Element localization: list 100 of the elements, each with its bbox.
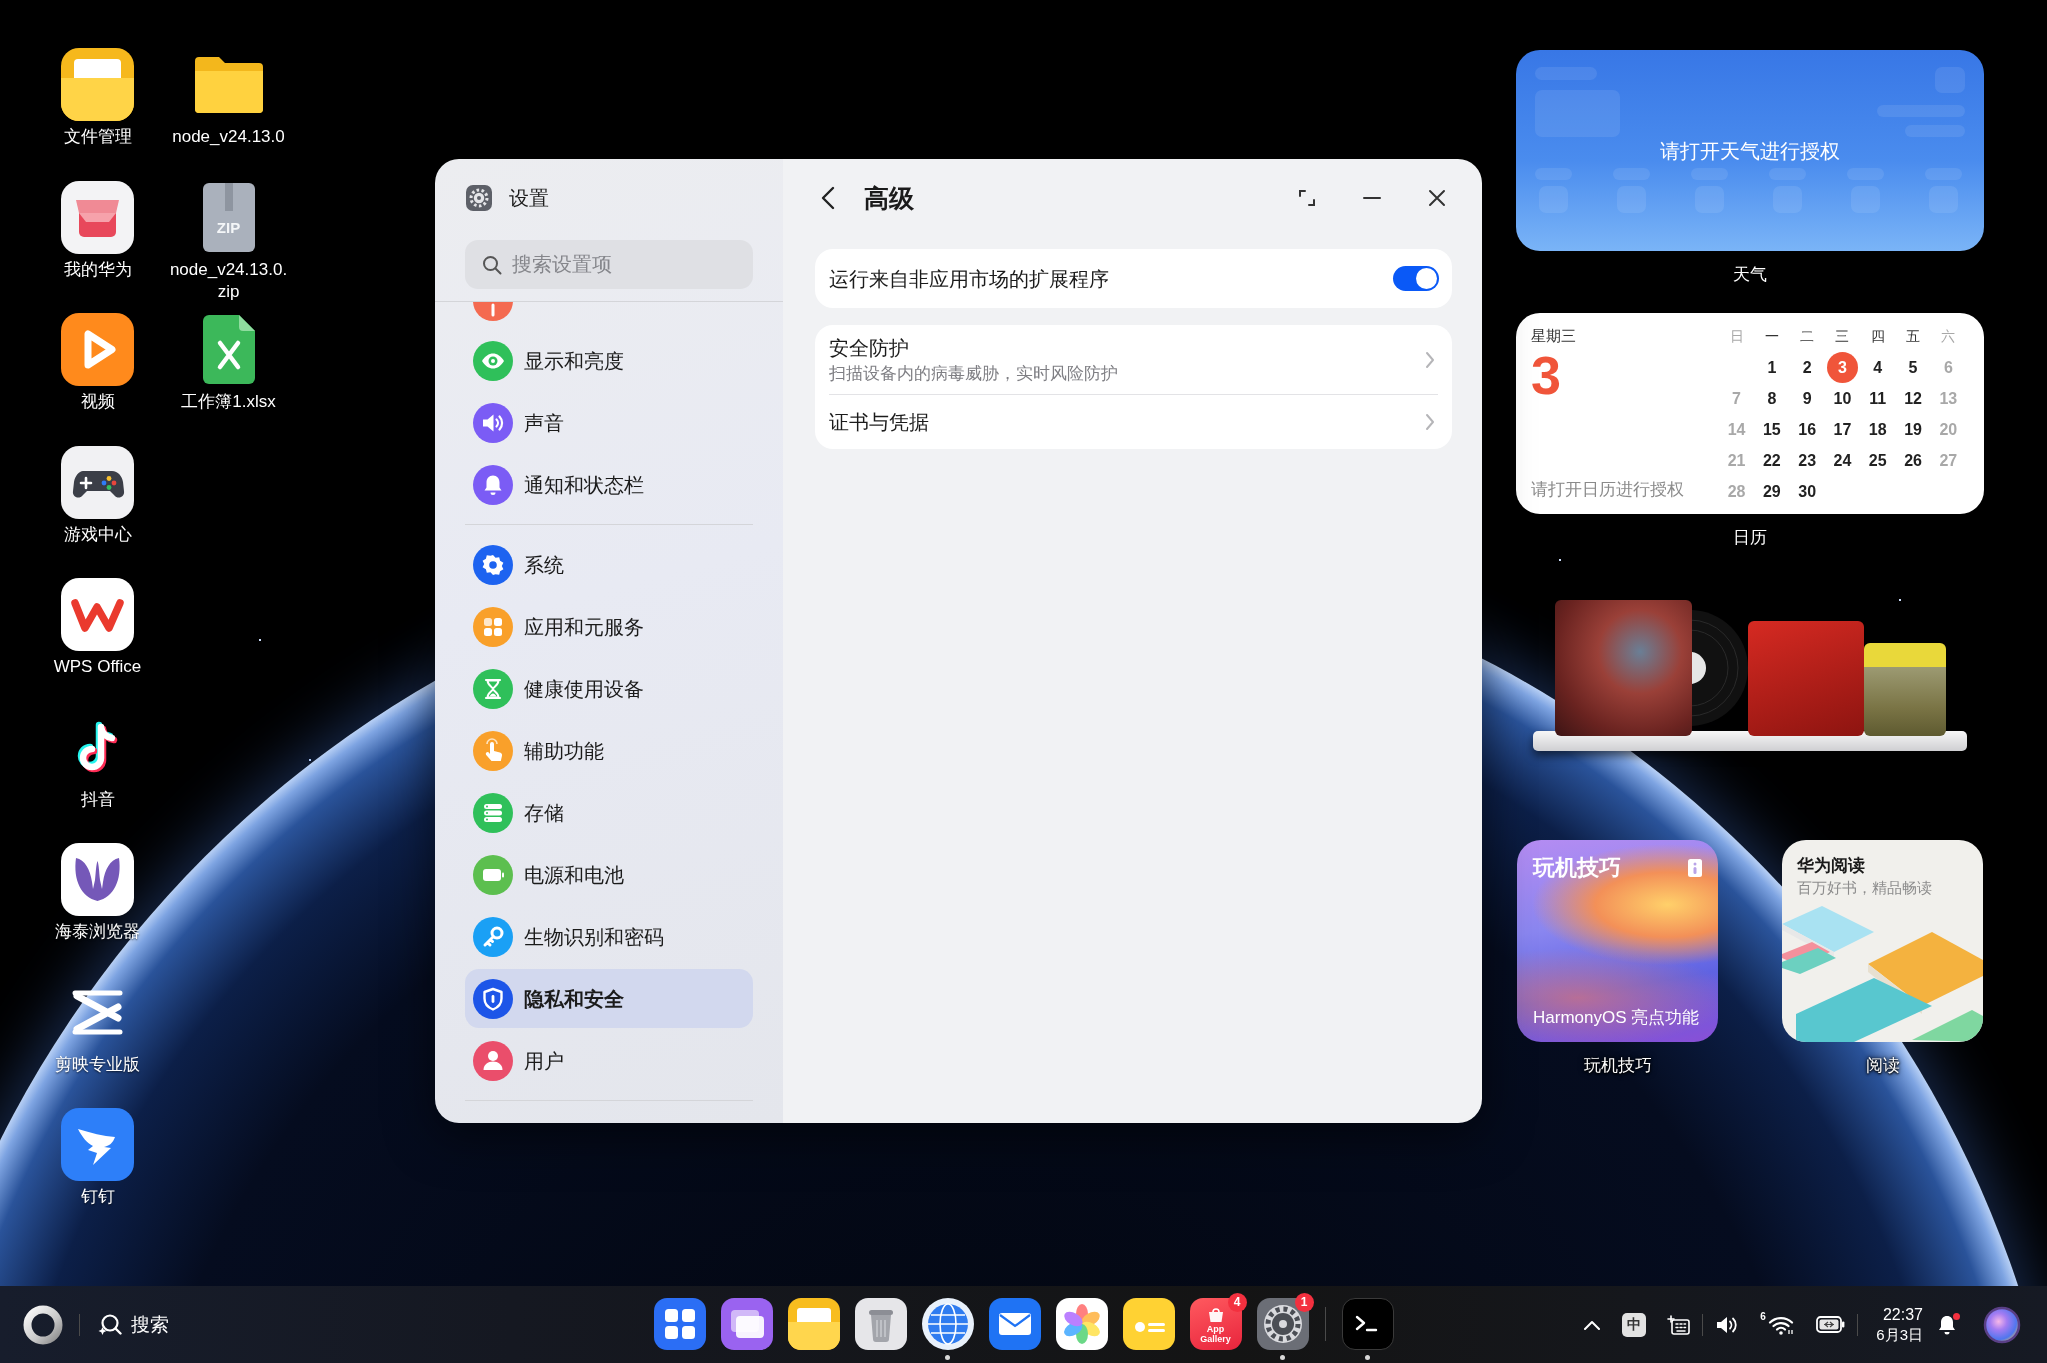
widget-title: 华为阅读	[1797, 855, 1865, 877]
calendar-day: 29	[1761, 476, 1782, 507]
bell-icon[interactable]	[1937, 1313, 1957, 1336]
calendar-date: 3	[1531, 347, 1562, 403]
desktop-shortcut[interactable]: 游戏中心	[32, 445, 163, 546]
desktop-shortcut[interactable]: 工作簿1.xlsx	[163, 313, 294, 413]
skeleton-block	[1851, 186, 1880, 213]
calendar-day: 11	[1867, 383, 1888, 414]
sidebar-item[interactable]: 系统	[465, 535, 753, 594]
sidebar-item[interactable]: 健康使用设备	[465, 659, 753, 718]
reading-widget[interactable]: 华为阅读 百万好书，精品畅读	[1782, 840, 1983, 1042]
tips-widget[interactable]: 玩机技巧 HarmonyOS 亮点功能	[1517, 840, 1718, 1042]
calendar-day: 26	[1903, 445, 1924, 476]
search-field[interactable]: 搜索设置项	[465, 240, 753, 289]
shield-icon	[473, 978, 513, 1019]
keyboard-icon[interactable]	[1667, 1314, 1691, 1335]
skeleton-block	[1929, 186, 1958, 213]
hand-icon	[473, 730, 513, 771]
sidebar-item[interactable]: 应用和元服务	[465, 597, 753, 656]
calendar-day: 13	[1938, 383, 1959, 414]
widget-title: 玩机技巧	[1533, 854, 1621, 882]
input-method-indicator[interactable]: 中	[1622, 1312, 1647, 1337]
settings-row[interactable]: 安全防护 扫描设备内的病毒威胁，实时风险防护	[815, 325, 1452, 394]
folder-icon[interactable]	[787, 1298, 840, 1350]
stacked-windows-icon[interactable]	[720, 1298, 773, 1350]
sidebar-item[interactable]: 用户	[465, 1031, 753, 1090]
battery-icon[interactable]	[1816, 1316, 1846, 1333]
music-note-icon	[77, 721, 118, 773]
desktop-shortcut[interactable]: 剪映专业版	[32, 975, 163, 1076]
sidebar-item[interactable]: 生物识别和密码	[465, 907, 753, 966]
app-grid-icon[interactable]	[653, 1298, 706, 1350]
sidebar-item[interactable]: 隐私和安全	[465, 969, 753, 1028]
maximize-icon[interactable]	[1298, 189, 1316, 207]
widget-label: 日历	[1733, 527, 1767, 549]
desktop-shortcut[interactable]: 文件管理	[32, 48, 163, 148]
skeleton-block	[1695, 186, 1724, 213]
calendar-day: 20	[1938, 414, 1959, 445]
desktop-shortcut[interactable]: ZIP node_v24.13.0.zip	[163, 180, 294, 303]
widget-label: 阅读	[1865, 1055, 1900, 1077]
desktop-shortcut[interactable]: 抖音	[32, 710, 163, 811]
sidebar-item[interactable]: 电源和电池	[465, 845, 753, 904]
gear-icon[interactable]	[1256, 1298, 1309, 1350]
sidebar-item[interactable]: 通知和状态栏	[465, 455, 753, 514]
wifi-icon[interactable]	[1767, 1314, 1796, 1335]
calendar-day: 5	[1903, 352, 1924, 383]
search-button[interactable]: 搜索	[98, 1312, 169, 1337]
calendar-weekday: 星期三	[1531, 326, 1576, 346]
sidebar-item[interactable]: 存储	[465, 783, 753, 842]
globe-icon[interactable]	[921, 1298, 974, 1350]
trash-icon[interactable]	[854, 1298, 907, 1350]
toggle-switch[interactable]	[1393, 266, 1439, 291]
chevron-up-icon[interactable]	[1583, 1319, 1602, 1330]
calendar-day: 12	[1903, 383, 1924, 414]
calendar-day: 14	[1726, 414, 1747, 445]
eye-icon	[473, 340, 513, 381]
terminal-icon[interactable]	[1341, 1298, 1394, 1350]
shopping-bag-icon	[1206, 1306, 1225, 1322]
calendar-day: 25	[1867, 445, 1888, 476]
skeleton-block	[1773, 186, 1802, 213]
sidebar-item[interactable]: 辅助功能	[465, 721, 753, 780]
person-icon	[473, 1040, 513, 1081]
calendar-day: 19	[1903, 414, 1924, 445]
desktop-shortcut[interactable]: 视频	[32, 313, 163, 413]
calendar-day: 9	[1797, 383, 1818, 414]
row-description: 扫描设备内的病毒威胁，实时风险防护	[829, 362, 1118, 385]
widget-label: 玩机技巧	[1583, 1055, 1652, 1077]
gamepad-icon	[61, 445, 134, 519]
desktop-shortcut[interactable]: node_v24.13.0	[163, 48, 294, 148]
desktop-shortcut[interactable]: 钉钉	[32, 1108, 163, 1208]
settings-row[interactable]: 证书与凭据	[815, 395, 1452, 449]
assistant-orb-icon[interactable]	[1983, 1305, 2021, 1344]
w-logo-icon	[61, 578, 134, 651]
app-grid-icon	[473, 606, 513, 647]
row-title: 证书与凭据	[829, 410, 929, 435]
calendar-widget[interactable]: 星期三 3 请打开日历进行授权 日 一 二 三 四 五 六 1 2 3 4 5 6 7 8 9 10 11 12 13 14 15 16 17 18 19 20 21 22 23 24 25 26 27 28 29 30	[1516, 313, 1984, 514]
notes-icon[interactable]	[1122, 1298, 1175, 1350]
clock-time: 22:37	[1882, 1304, 1923, 1325]
weekday-header: 四	[1870, 326, 1885, 346]
weekday-header: 一	[1764, 326, 1779, 346]
close-icon[interactable]	[1428, 189, 1446, 207]
calendar-day: 4	[1867, 352, 1888, 383]
start-button[interactable]	[23, 1304, 63, 1345]
folder-icon	[61, 48, 134, 121]
volume-icon[interactable]	[1715, 1314, 1740, 1335]
row-title: 安全防护	[829, 335, 910, 361]
flower-icon[interactable]	[1055, 1298, 1108, 1350]
desktop-shortcut[interactable]: WPS Office	[32, 578, 163, 678]
back-icon[interactable]	[820, 186, 836, 210]
weekday-header: 日	[1729, 326, 1744, 346]
desktop-shortcut[interactable]: 我的华为	[32, 180, 163, 281]
weather-message: 请打开天气进行授权	[1660, 138, 1840, 164]
desktop-shortcut[interactable]: 海泰浏览器	[32, 843, 163, 943]
search-icon	[98, 1312, 122, 1337]
sidebar-item[interactable]: 声音	[465, 393, 753, 452]
chevron-right-icon	[1425, 350, 1435, 369]
envelope-icon[interactable]	[988, 1298, 1041, 1350]
hourglass-icon	[473, 668, 513, 709]
drop-logo-icon	[61, 843, 134, 916]
sidebar-item[interactable]: 显示和亮度	[465, 331, 753, 390]
weekday-header: 五	[1906, 326, 1921, 346]
